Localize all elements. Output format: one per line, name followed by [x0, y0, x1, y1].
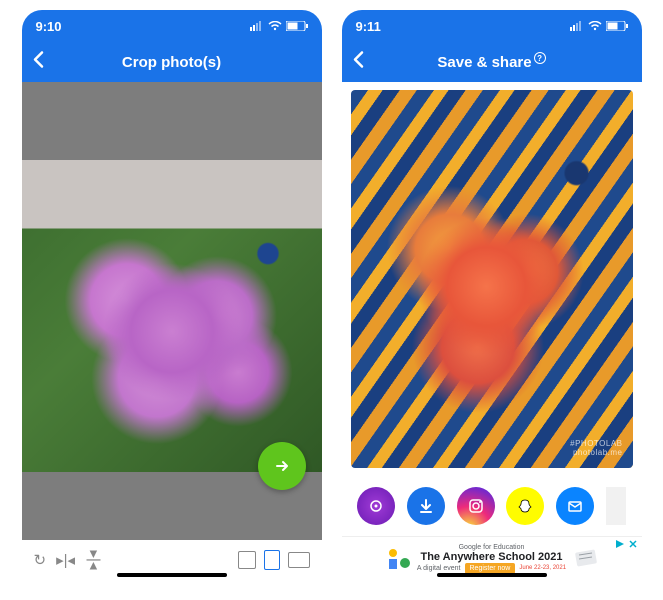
ad-subtitle: A digital event: [417, 565, 461, 572]
watermark-brand: #PHOTOLAB: [570, 439, 622, 449]
battery-icon: [606, 21, 628, 31]
photo-result-area: #PHOTOLAB photolab.me: [342, 82, 642, 476]
flower-photo-original: [22, 160, 322, 471]
rotate-icon[interactable]: ↻: [34, 551, 47, 569]
nav-bar: Crop photo(s): [22, 42, 322, 82]
status-indicators: [570, 21, 628, 31]
ad-dates: June 22-23, 2021: [519, 565, 566, 571]
photo-preview[interactable]: [22, 160, 322, 471]
home-indicator[interactable]: [117, 573, 227, 577]
share-row: [342, 476, 642, 536]
signal-icon: [570, 21, 584, 31]
arrow-right-icon: [272, 456, 292, 476]
chevron-left-icon: [352, 51, 364, 69]
snapchat-button[interactable]: [506, 487, 544, 525]
flip-vertical-icon[interactable]: ▸|◂: [86, 551, 104, 570]
download-icon: [417, 497, 435, 515]
aspect-landscape-icon[interactable]: [288, 552, 310, 568]
chevron-left-icon: [32, 51, 44, 69]
wifi-icon: [588, 21, 602, 31]
ad-illustration-left: [383, 545, 411, 573]
phone-screenshot-crop: 9:10 Crop photo(s) ↻ ▸|◂ ▸|◂: [22, 10, 322, 580]
home-indicator[interactable]: [437, 573, 547, 577]
nav-title: Crop photo(s): [22, 54, 322, 71]
ad-controls: [614, 539, 638, 549]
status-indicators: [250, 21, 308, 31]
adchoices-icon[interactable]: [614, 539, 626, 549]
wifi-icon: [268, 21, 282, 31]
battery-icon: [286, 21, 308, 31]
photolab-watermark: #PHOTOLAB photolab.me: [570, 439, 622, 458]
ad-illustration-right: [572, 545, 600, 573]
mail-button[interactable]: [556, 487, 594, 525]
aspect-portrait-icon[interactable]: [264, 550, 280, 570]
help-icon[interactable]: ?: [534, 52, 546, 64]
status-time: 9:10: [36, 19, 62, 34]
ad-close-icon[interactable]: [628, 539, 638, 549]
back-button[interactable]: [352, 51, 364, 74]
signal-icon: [250, 21, 264, 31]
phone-screenshot-share: 9:11 Save & share ? #PHOTOLAB photolab.m…: [342, 10, 642, 580]
watermark-site: photolab.me: [570, 448, 622, 458]
nav-title: Save & share ?: [342, 54, 642, 71]
nav-title-label: Save & share: [437, 54, 531, 71]
ad-provider: Google for Education: [417, 544, 566, 551]
ad-cta-button[interactable]: Register now: [465, 563, 516, 574]
back-button[interactable]: [32, 51, 44, 74]
snapchat-icon: [516, 497, 534, 515]
confirm-button[interactable]: [258, 442, 306, 490]
ad-title: The Anywhere School 2021: [417, 551, 566, 563]
photo-result[interactable]: #PHOTOLAB photolab.me: [351, 90, 633, 468]
status-time: 9:11: [356, 19, 381, 34]
photo-crop-area[interactable]: [22, 82, 322, 540]
sparkle-icon: [367, 497, 385, 515]
status-bar: 9:10: [22, 10, 322, 42]
instagram-button[interactable]: [457, 487, 495, 525]
instagram-icon: [467, 497, 485, 515]
download-button[interactable]: [407, 487, 445, 525]
share-effects-button[interactable]: [357, 487, 395, 525]
status-bar: 9:11: [342, 10, 642, 42]
flower-photo-stylized: #PHOTOLAB photolab.me: [351, 90, 633, 468]
more-share-button[interactable]: [606, 487, 626, 525]
nav-bar: Save & share ?: [342, 42, 642, 82]
aspect-square-icon[interactable]: [238, 551, 256, 569]
mail-icon: [566, 497, 584, 515]
flip-horizontal-icon[interactable]: ▸|◂: [56, 551, 75, 569]
